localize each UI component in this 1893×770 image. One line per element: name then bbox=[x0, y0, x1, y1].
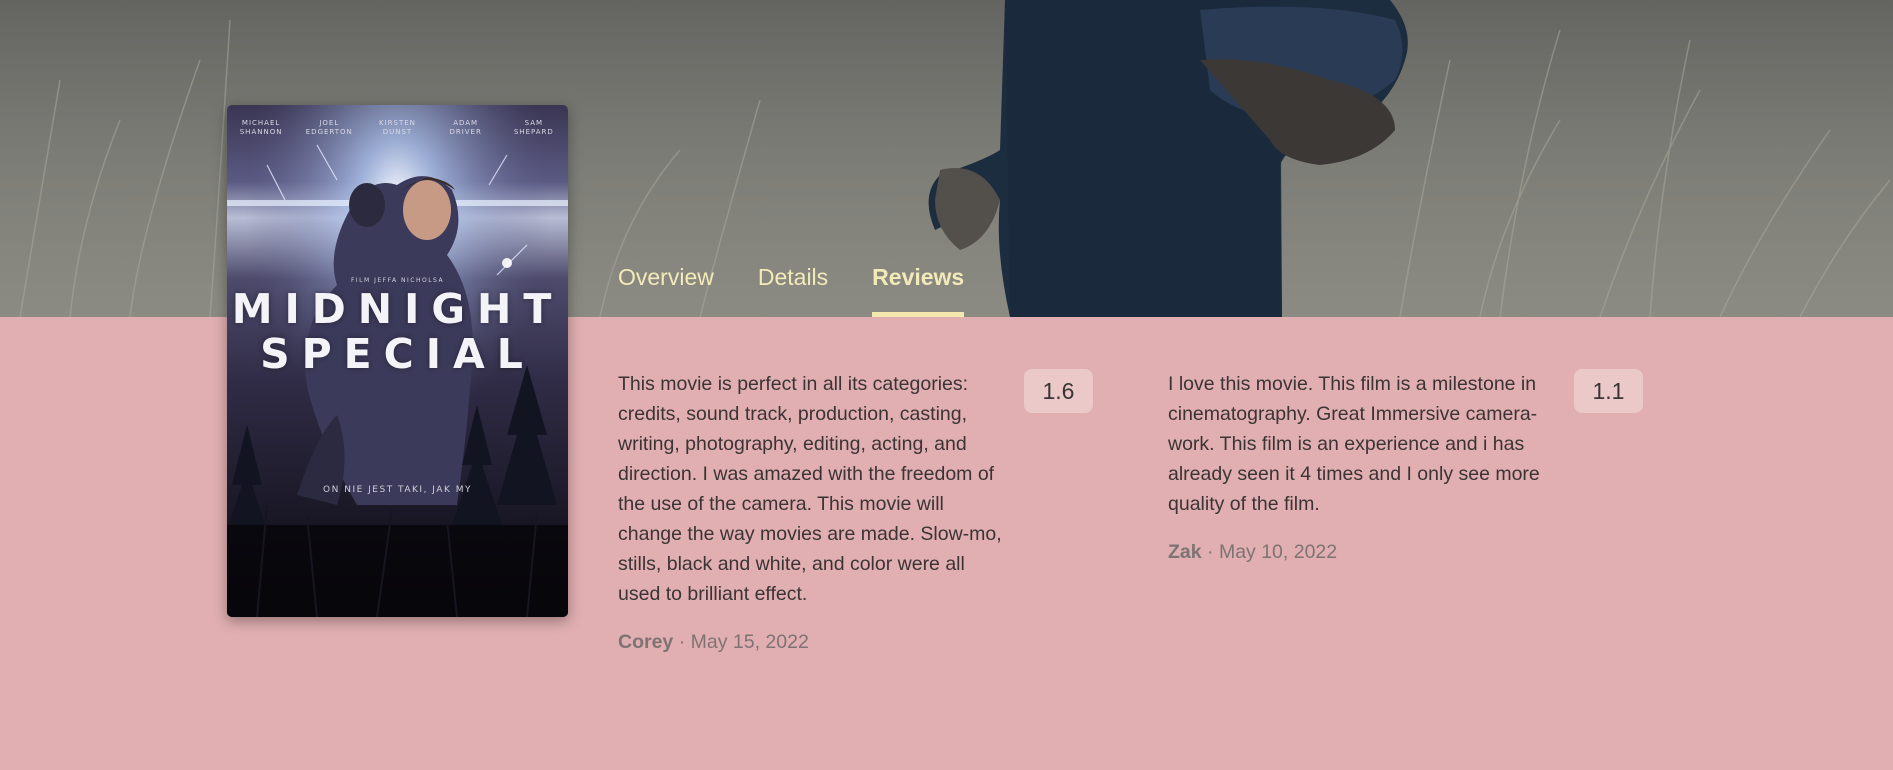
poster-cast-name: JOEL EDGERTON bbox=[305, 119, 353, 136]
review-card: This movie is perfect in all its categor… bbox=[618, 369, 1008, 657]
poster-title-line: SPECIAL bbox=[260, 330, 535, 378]
poster-cast-name: SAM SHEPARD bbox=[513, 119, 554, 136]
review-separator: · bbox=[678, 631, 686, 653]
review-card: I love this movie. This film is a milest… bbox=[1168, 369, 1558, 567]
review-separator: · bbox=[1207, 541, 1214, 563]
tab-reviews[interactable]: Reviews bbox=[872, 262, 965, 317]
tab-bar: Overview Details Reviews bbox=[618, 262, 965, 317]
review-meta: Zak · May 10, 2022 bbox=[1168, 537, 1558, 567]
review-rating: 1.6 bbox=[1024, 369, 1093, 413]
movie-poster[interactable]: MICHAEL SHANNON JOEL EDGERTON KIRSTEN DU… bbox=[227, 105, 568, 617]
poster-cast-name: ADAM DRIVER bbox=[449, 119, 482, 136]
tab-overview[interactable]: Overview bbox=[618, 262, 714, 317]
tab-details[interactable]: Details bbox=[758, 262, 828, 317]
poster-title-line: MIDNIGHT bbox=[231, 285, 564, 333]
review-meta: Corey · May 15, 2022 bbox=[618, 627, 1008, 657]
poster-credit: FILM JEFFA NICHOLSA bbox=[350, 277, 445, 284]
poster-cast-name: KIRSTEN DUNST bbox=[379, 119, 416, 136]
review-author: Zak bbox=[1168, 541, 1202, 563]
review-text: I love this movie. This film is a milest… bbox=[1168, 373, 1540, 515]
poster-cast-name: MICHAEL SHANNON bbox=[239, 119, 283, 136]
review-date: May 15, 2022 bbox=[690, 631, 809, 653]
review-author: Corey bbox=[618, 631, 674, 653]
poster-tagline: ON NIE JEST TAKI, JAK MY bbox=[323, 485, 472, 495]
review-rating: 1.1 bbox=[1574, 369, 1643, 413]
poster-cast-list: MICHAEL SHANNON JOEL EDGERTON KIRSTEN DU… bbox=[227, 119, 568, 137]
review-date: May 10, 2022 bbox=[1218, 541, 1338, 563]
review-text: This movie is perfect in all its categor… bbox=[618, 373, 1002, 605]
poster-title: MIDNIGHT SPECIAL bbox=[227, 287, 568, 377]
